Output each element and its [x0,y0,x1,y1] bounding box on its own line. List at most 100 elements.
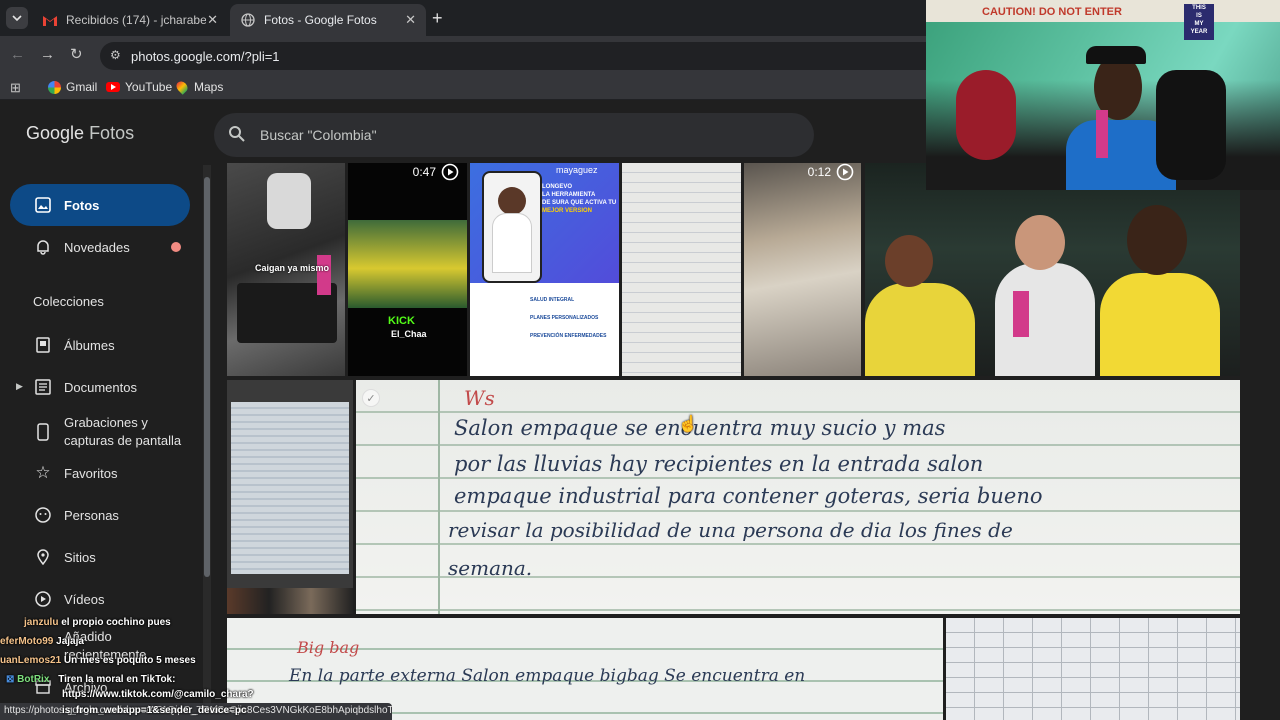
notification-dot [171,242,181,252]
sidebar-item-archivo[interactable]: Archivo [10,666,190,708]
flyer-item: PLANES PERSONALIZADOS [530,315,599,321]
maps-pin-icon [174,79,190,95]
tab-google-fotos[interactable]: Fotos - Google Fotos ✕ [230,4,426,36]
sidebar-item-label: Sitios [64,549,96,565]
photo-icon [34,196,52,214]
apps-grid-icon[interactable]: ⊞ [10,80,21,96]
sidebar-item-documentos[interactable]: Documentos [10,366,190,408]
scrollbar-thumb[interactable] [204,177,210,577]
note-line: En la parte externa Salon empaque bigbag… [289,666,806,686]
chat-text: https://www.tiktok.com/@camilo_chara? [62,689,254,700]
chat-message: https://www.tiktok.com/@camilo_chara? [62,689,254,700]
chat-message: ⊠ BotRix Tiren la moral en TikTok: [6,674,175,685]
flyer-item: SALUD INTEGRAL [530,297,575,303]
photo-stream-group[interactable] [865,163,1240,376]
flyer-item: PREVENCIÓN ENFERMEDADES [530,333,607,339]
label-line-1: Grabaciones y [64,415,148,430]
album-icon [34,336,52,354]
google-icon [48,80,61,94]
overlay-caption: Caigan ya mismo [255,263,330,273]
video-duration: 0:12 [807,165,831,179]
note-line: Salon empaque se encuentra muy sucio y m… [454,416,946,440]
chat-message: eferMoto99 Jajaja [0,636,84,647]
tab-title: Fotos - Google Fotos [264,13,377,27]
video-stream-clip[interactable]: 0:47 KICK El_Chaa [348,163,467,376]
chat-text: is_from_webapp=1&sender_device=pc [62,705,247,716]
document-icon [34,378,52,396]
close-icon[interactable]: ✕ [405,12,416,28]
sidebar-item-videos[interactable]: Vídeos [10,578,190,620]
chevron-down-icon [12,15,22,22]
flyer-title-line: LA HERRAMIENTA [542,192,596,198]
chat-text: Un mes es poquito 5 meses [63,655,196,666]
video-duration: 0:47 [412,165,436,179]
pin-icon [34,548,52,566]
photo-desk-setup[interactable]: Caigan ya mismo [227,163,345,376]
chat-text: Jajaja [56,636,84,647]
sidebar-item-fotos[interactable]: Fotos [10,184,190,226]
tab-search-button[interactable] [6,7,28,29]
google-photos-app: Google Fotos Buscar "Colombia" Fotos Nov… [0,101,1280,720]
sidebar-item-personas[interactable]: Personas [10,494,190,536]
note-line: semana. [448,556,533,580]
flyer-brand: mayaguez [556,165,598,175]
video-play-icon [836,163,854,186]
site-info-icon[interactable]: ⚙ [110,48,121,62]
video-play-icon [441,163,459,186]
note-line: empaque industrial para contener goteras… [454,484,1043,508]
sidebar-item-favoritos[interactable]: ☆ Favoritos [10,452,190,494]
close-icon[interactable]: ✕ [207,12,218,28]
collections-heading: Colecciones [33,294,104,309]
globe-icon [240,12,256,28]
tab-gmail[interactable]: Recibidos (174) - jcharabejarano ✕ [32,4,228,36]
sign-word: MY [1194,21,1204,27]
back-icon[interactable]: ← [10,46,25,63]
note-line: por las lluvias hay recipientes en la en… [454,452,984,476]
sidebar-item-novedades[interactable]: Novedades [10,226,190,268]
reload-icon[interactable]: ↻ [70,45,83,63]
chat-text: el propio cochino pues [61,617,171,628]
photo-screenshot-files[interactable] [227,380,353,614]
face-icon [34,506,52,524]
forward-icon[interactable]: → [40,46,55,63]
label-line-2: capturas de pantalla [64,433,182,448]
youtube-icon [106,82,120,92]
sidebar-item-grabaciones[interactable]: Grabaciones y capturas de pantalla [10,408,190,456]
sidebar-item-albumes[interactable]: Álbumes [10,324,190,366]
phone-icon [34,423,52,441]
note-header: Big bag [297,638,360,657]
search-placeholder: Buscar "Colombia" [260,127,377,143]
sidebar-item-label: Documentos [64,379,137,395]
photo-notebook-page[interactable] [622,163,741,376]
search-icon [228,125,246,148]
sidebar-item-label: Novedades [64,239,130,255]
bookmark-label: Maps [194,80,224,94]
video-cardboard[interactable]: 0:12 [744,163,861,376]
kick-label: KICK [388,315,415,327]
bookmark-gmail[interactable]: Gmail [48,80,97,94]
flyer-title-line: MEJOR VERSION [542,208,593,214]
photo-flyer-longevo[interactable]: mayaguez LONGEVO LA HERRAMIENTA DE SURA … [470,163,619,376]
sign-word: YEAR [1190,29,1208,35]
photo-form-table[interactable] [946,618,1240,720]
bookmark-maps[interactable]: Maps [174,79,224,95]
new-tab-button[interactable]: + [432,8,443,29]
photo-handwritten-note[interactable]: ✓ Ws Salon empaque se encuentra muy suci… [356,380,1240,614]
bot-icon: ⊠ [6,674,15,685]
url-text: photos.google.com/?pli=1 [131,49,280,64]
bookmark-label: Gmail [66,80,98,94]
note-header: Ws [464,386,495,410]
photos-logo[interactable]: Google Fotos [26,123,134,144]
sidebar-scrollbar[interactable] [203,165,211,720]
search-box[interactable]: Buscar "Colombia" [214,113,814,157]
star-icon: ☆ [35,463,51,482]
sidebar-item-sitios[interactable]: Sitios [10,536,190,578]
stream-banner: CAUTION! DO NOT ENTER [982,6,1122,18]
note-line: revisar la posibilidad de una persona de… [448,518,1013,542]
chat-user: eferMoto99 [0,636,54,647]
bookmark-youtube[interactable]: YouTube [106,80,172,94]
chat-text: Tiren la moral en TikTok: [58,674,176,685]
logo-fotos: Fotos [89,123,135,143]
select-check-icon[interactable]: ✓ [362,389,380,407]
kick-user: El_Chaa [391,329,427,339]
